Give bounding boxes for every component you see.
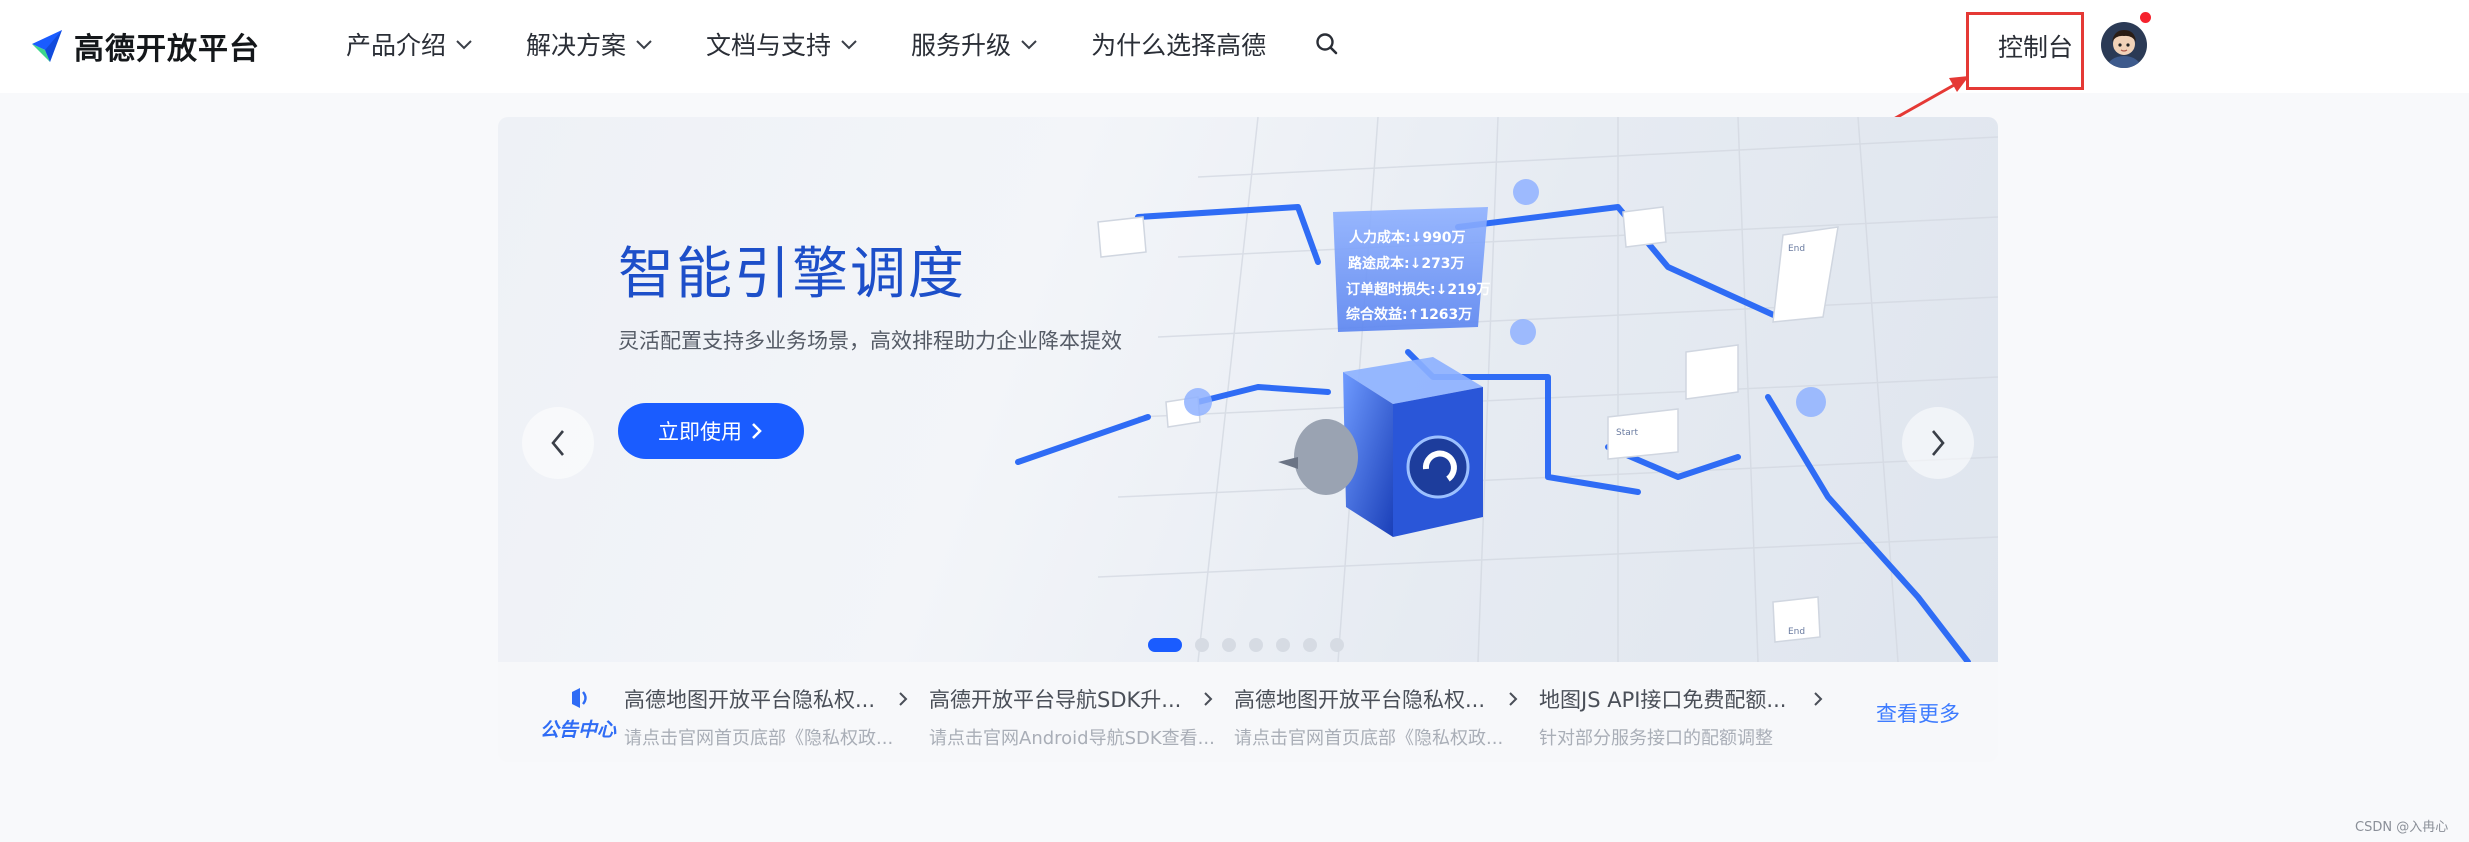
nav-item-label: 服务升级 bbox=[911, 31, 1012, 60]
banner-title: 智能引擎调度 bbox=[618, 242, 966, 307]
notice-item[interactable]: 高德地图开放平台隐私权... 请点击官网首页底部《隐私权政... bbox=[1234, 684, 1519, 750]
nav-item-docs[interactable]: 文档与支持 bbox=[706, 26, 859, 62]
nav-item-why-amap[interactable]: 为什么选择高德 bbox=[1091, 26, 1266, 62]
panel-line: 订单超时损失:↓219万 bbox=[1346, 281, 1491, 298]
chevron-right-icon bbox=[1204, 692, 1213, 706]
watermark: CSDN @入冉心 bbox=[2355, 820, 2449, 835]
carousel-dot[interactable] bbox=[1249, 638, 1263, 652]
chevron-right-icon bbox=[1814, 692, 1823, 706]
user-avatar-icon bbox=[2101, 22, 2147, 68]
brand-name: 高德开放平台 bbox=[74, 32, 260, 67]
use-now-button[interactable]: 立即使用 bbox=[618, 403, 804, 459]
notice-item[interactable]: 高德开放平台导航SDK升... 请点击官网Android导航SDK查看... bbox=[929, 684, 1214, 750]
start-tag-label: Start bbox=[1616, 428, 1638, 438]
view-more-link[interactable]: 查看更多 bbox=[1876, 698, 1960, 728]
carousel-dot[interactable] bbox=[1148, 638, 1182, 652]
notice-title-row: 高德地图开放平台隐私权... bbox=[624, 684, 909, 714]
notice-desc: 请点击官网Android导航SDK查看... bbox=[929, 728, 1214, 749]
brand-logo-icon bbox=[32, 30, 62, 62]
nav-item-label: 解决方案 bbox=[526, 31, 627, 60]
chevron-right-icon bbox=[899, 692, 908, 706]
nav-item-label: 为什么选择高德 bbox=[1091, 31, 1267, 60]
panel-line: 路途成本:↓273万 bbox=[1348, 255, 1465, 272]
notice-section-label: 公告中心 bbox=[540, 719, 617, 741]
top-header: 高德开放平台 产品介绍 解决方案 文档与支持 服务升级 为什么选择高德 控制台 bbox=[0, 0, 2469, 93]
panel-line: 综合效益:↑1263万 bbox=[1346, 306, 1472, 323]
main-nav: 产品介绍 解决方案 文档与支持 服务升级 为什么选择高德 bbox=[346, 26, 1340, 62]
notice-title: 高德开放平台导航SDK升... bbox=[929, 688, 1182, 712]
chevron-left-icon bbox=[551, 430, 564, 456]
banner-subtitle: 灵活配置支持多业务场景，高效排程助力企业降本提效 bbox=[618, 329, 1122, 353]
end-tag-label: End bbox=[1788, 244, 1805, 254]
notice-item[interactable]: 高德地图开放平台隐私权... 请点击官网首页底部《隐私权政... bbox=[624, 684, 909, 750]
panel-line: 人力成本:↓990万 bbox=[1349, 229, 1466, 246]
notice-title-row: 地图JS API接口免费配额... bbox=[1539, 684, 1824, 714]
avatar[interactable] bbox=[2101, 22, 2147, 68]
carousel-dot[interactable] bbox=[1195, 638, 1209, 652]
nav-item-label: 文档与支持 bbox=[706, 31, 832, 60]
notice-desc: 针对部分服务接口的配额调整 bbox=[1539, 728, 1773, 749]
chevron-right-icon bbox=[1932, 430, 1945, 456]
carousel-dot[interactable] bbox=[1330, 638, 1344, 652]
chevron-right-icon bbox=[1509, 692, 1518, 706]
end-tag-label: End bbox=[1788, 627, 1805, 637]
carousel-dot[interactable] bbox=[1222, 638, 1236, 652]
notice-center: 公告中心 高德地图开放平台隐私权... 请点击官网首页底部《隐私权政... 高德… bbox=[498, 662, 1998, 762]
hero-banner: Start End End 人力成本:↓990万 路途成本:↓273万 订单超时… bbox=[498, 117, 1998, 662]
chevron-down-icon bbox=[841, 40, 857, 50]
nav-item-products[interactable]: 产品介绍 bbox=[346, 26, 474, 62]
notice-title-row: 高德开放平台导航SDK升... bbox=[929, 684, 1214, 714]
banner-illustration: Start End End 人力成本:↓990万 路途成本:↓273万 订单超时… bbox=[1015, 117, 1998, 662]
carousel-dot[interactable] bbox=[1303, 638, 1317, 652]
carousel-dot[interactable] bbox=[1276, 638, 1290, 652]
carousel-dots bbox=[1148, 638, 1344, 652]
chevron-down-icon bbox=[456, 40, 472, 50]
chevron-down-icon bbox=[636, 40, 652, 50]
notification-dot bbox=[2140, 12, 2151, 23]
notice-desc: 请点击官网首页底部《隐私权政... bbox=[624, 728, 894, 749]
brand-logo[interactable]: 高德开放平台 bbox=[28, 24, 260, 68]
console-link[interactable]: 控制台 bbox=[1998, 28, 2073, 64]
carousel-next-button[interactable] bbox=[1902, 407, 1974, 479]
use-now-label: 立即使用 bbox=[658, 420, 742, 444]
notice-item[interactable]: 地图JS API接口免费配额... 针对部分服务接口的配额调整 bbox=[1539, 684, 1824, 750]
chevron-right-icon bbox=[752, 423, 762, 439]
nav-item-solutions[interactable]: 解决方案 bbox=[526, 26, 654, 62]
notice-desc: 请点击官网首页底部《隐私权政... bbox=[1234, 728, 1504, 749]
notice-title: 高德地图开放平台隐私权... bbox=[1234, 688, 1486, 712]
search-icon[interactable] bbox=[1314, 31, 1340, 57]
nav-item-label: 产品介绍 bbox=[346, 31, 447, 60]
chevron-down-icon bbox=[1021, 40, 1037, 50]
announcement-icon: 公告中心 bbox=[540, 688, 617, 741]
notice-title-row: 高德地图开放平台隐私权... bbox=[1234, 684, 1519, 714]
notice-title: 高德地图开放平台隐私权... bbox=[624, 688, 876, 712]
notice-title: 地图JS API接口免费配额... bbox=[1539, 688, 1787, 712]
carousel-prev-button[interactable] bbox=[522, 407, 594, 479]
nav-item-upgrade[interactable]: 服务升级 bbox=[911, 26, 1039, 62]
